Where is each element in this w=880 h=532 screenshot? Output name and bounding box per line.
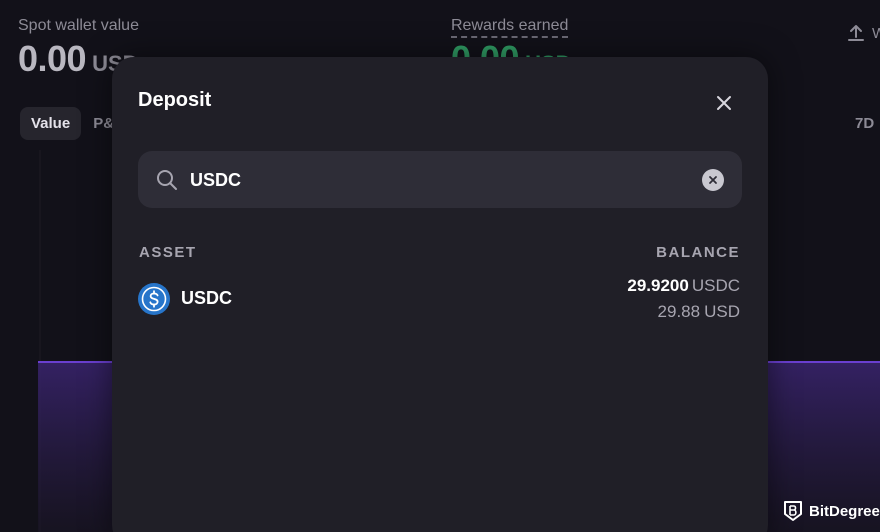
balance-amount: 29.9200 bbox=[627, 276, 689, 295]
asset-name: USDC bbox=[181, 288, 233, 308]
bitdegree-watermark: BitDegree bbox=[783, 500, 880, 522]
asset-column-header: ASSET bbox=[139, 244, 197, 261]
fiat-amount: 29.88 bbox=[657, 302, 701, 321]
chart-tabs: Value P& bbox=[20, 107, 125, 140]
withdraw-button[interactable]: W bbox=[848, 24, 880, 42]
spot-wallet-amount: 0.00 bbox=[18, 38, 87, 79]
watermark-text: BitDegree bbox=[809, 502, 880, 520]
close-button[interactable] bbox=[710, 89, 738, 117]
upload-icon bbox=[848, 25, 864, 41]
withdraw-label: W bbox=[872, 24, 880, 42]
asset-balance: 29.9200 USDC bbox=[627, 276, 740, 296]
search-icon bbox=[157, 170, 177, 190]
search-input[interactable] bbox=[190, 164, 690, 196]
modal-title: Deposit bbox=[138, 89, 212, 111]
asset-row-usdc[interactable]: USDC 29.9200 USDC 29.88 USD bbox=[132, 271, 748, 327]
bitdegree-logo-icon bbox=[784, 501, 802, 521]
usdc-coin-icon bbox=[138, 283, 170, 315]
deposit-modal: Deposit ASSET BALANCE USDC 29.9200USDC 2… bbox=[112, 57, 768, 532]
tab-value[interactable]: Value bbox=[20, 107, 82, 140]
search-field bbox=[138, 151, 742, 208]
balance-unit: USDC bbox=[691, 276, 740, 295]
rewards-earned-label[interactable]: Rewards earned bbox=[451, 17, 569, 38]
spot-wallet-label: Spot wallet value bbox=[18, 17, 139, 34]
close-icon bbox=[717, 96, 731, 110]
asset-fiat-balance: 29.88 USD bbox=[658, 302, 740, 322]
balance-column-header: BALANCE bbox=[656, 244, 740, 261]
fiat-unit: USD bbox=[704, 302, 740, 321]
clear-icon bbox=[709, 176, 717, 184]
clear-search-button[interactable] bbox=[702, 169, 724, 191]
range-7d-button[interactable]: 7D bbox=[855, 115, 874, 132]
